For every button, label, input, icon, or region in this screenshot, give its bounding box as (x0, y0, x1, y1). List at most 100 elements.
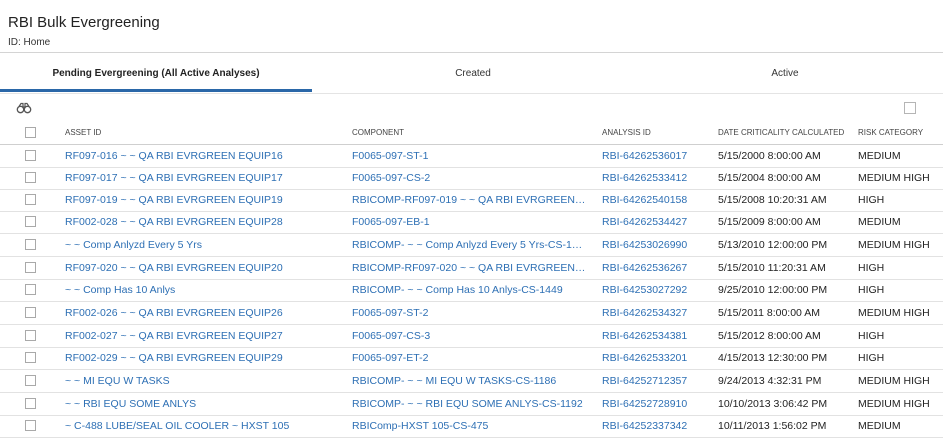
row-checkbox[interactable] (25, 398, 36, 409)
analysis-id-link[interactable]: RBI-64252728910 (602, 393, 712, 415)
analysis-id-link[interactable]: RBI-64252337342 (602, 415, 712, 437)
analysis-id-link[interactable]: RBI-64262533201 (602, 347, 712, 369)
row-checkbox[interactable] (25, 375, 36, 386)
row-checkbox[interactable] (25, 172, 36, 183)
column-header-component[interactable]: COMPONENT (352, 122, 404, 144)
row-checkbox[interactable] (25, 262, 36, 273)
component-link[interactable]: RBICOMP- ~ ~ Comp Has 10 Anlys-CS-1449 (352, 279, 586, 301)
table-row[interactable]: RF002-028 ~ ~ QA RBI EVRGREEN EQUIP28 F0… (0, 211, 943, 234)
component-link[interactable]: F0065-097-ST-1 (352, 145, 586, 167)
asset-id-link[interactable]: ~ C-488 LUBE/SEAL OIL COOLER ~ HXST 105 (65, 415, 345, 437)
page-header: RBI Bulk Evergreening ID: Home (0, 0, 943, 52)
table-row[interactable]: ~ C-488 LUBE/SEAL OIL COOLER ~ HXST 105 … (0, 415, 943, 438)
risk-category-cell: MEDIUM HIGH (858, 307, 930, 319)
table-row[interactable]: RF002-027 ~ ~ QA RBI EVRGREEN EQUIP27 F0… (0, 325, 943, 348)
binoculars-icon[interactable] (16, 102, 32, 114)
analysis-id-link[interactable]: RBI-64262536267 (602, 257, 712, 279)
component-link[interactable]: RBICOMP-RF097-019 ~ ~ QA RBI EVRGREEN E.… (352, 189, 586, 211)
date-criticality-cell: 10/11/2013 1:56:02 PM (718, 420, 827, 432)
tab-pending-evergreening[interactable]: Pending Evergreening (All Active Analyse… (0, 53, 312, 94)
table-row[interactable]: RF097-017 ~ ~ QA RBI EVRGREEN EQUIP17 F0… (0, 167, 943, 190)
row-checkbox[interactable] (25, 194, 36, 205)
component-link[interactable]: RBIComp-HXST 105-CS-475 (352, 415, 586, 437)
date-criticality-cell: 5/13/2010 12:00:00 PM (718, 239, 828, 251)
analysis-id-link[interactable]: RBI-64252712357 (602, 370, 712, 392)
tab-created[interactable]: Created (312, 53, 634, 94)
table-row[interactable]: RF002-029 ~ ~ QA RBI EVRGREEN EQUIP29 F0… (0, 347, 943, 370)
asset-id-link[interactable]: RF097-017 ~ ~ QA RBI EVRGREEN EQUIP17 (65, 167, 345, 189)
component-link[interactable]: RBICOMP-RF097-020 ~ ~ QA RBI EVRGREEN E.… (352, 257, 586, 279)
asset-id-link[interactable]: RF002-029 ~ ~ QA RBI EVRGREEN EQUIP29 (65, 347, 345, 369)
analysis-id-link[interactable]: RBI-64262533412 (602, 167, 712, 189)
row-checkbox[interactable] (25, 239, 36, 250)
column-header-date-criticality[interactable]: DATE CRITICALITY CALCULATED (718, 122, 844, 144)
date-criticality-cell: 5/15/2004 8:00:00 AM (718, 172, 821, 184)
risk-category-cell: MEDIUM (858, 150, 901, 162)
component-link[interactable]: F0065-097-ST-2 (352, 302, 586, 324)
table-row[interactable]: ~ ~ MI EQU W TASKS RBICOMP- ~ ~ MI EQU W… (0, 370, 943, 393)
column-header-risk-category[interactable]: RISK CATEGORY (858, 122, 923, 144)
table-row[interactable]: ~ ~ Comp Anlyzd Every 5 Yrs RBICOMP- ~ ~… (0, 234, 943, 257)
tab-bar: Pending Evergreening (All Active Analyse… (0, 53, 943, 94)
tabs-divider (0, 93, 943, 94)
asset-id-link[interactable]: RF097-016 ~ ~ QA RBI EVRGREEN EQUIP16 (65, 145, 345, 167)
asset-id-link[interactable]: ~ ~ Comp Anlyzd Every 5 Yrs (65, 234, 345, 256)
component-link[interactable]: F0065-097-CS-2 (352, 167, 586, 189)
component-link[interactable]: F0065-097-CS-3 (352, 325, 586, 347)
asset-id-link[interactable]: ~ ~ RBI EQU SOME ANLYS (65, 393, 345, 415)
analysis-id-link[interactable]: RBI-64262536017 (602, 145, 712, 167)
analysis-id-link[interactable]: RBI-64262540158 (602, 189, 712, 211)
row-checkbox[interactable] (25, 420, 36, 431)
asset-id-link[interactable]: RF002-028 ~ ~ QA RBI EVRGREEN EQUIP28 (65, 211, 345, 233)
row-checkbox[interactable] (25, 307, 36, 318)
component-link[interactable]: RBICOMP- ~ ~ Comp Anlyzd Every 5 Yrs-CS-… (352, 234, 586, 256)
analysis-id-link[interactable]: RBI-64262534327 (602, 302, 712, 324)
select-all-checkbox[interactable] (25, 127, 36, 138)
row-checkbox[interactable] (25, 284, 36, 295)
table-row[interactable]: ~ ~ RBI EQU SOME ANLYS RBICOMP- ~ ~ RBI … (0, 393, 943, 416)
asset-id-link[interactable]: RF002-026 ~ ~ QA RBI EVRGREEN EQUIP26 (65, 302, 345, 324)
asset-id-link[interactable]: RF097-019 ~ ~ QA RBI EVRGREEN EQUIP19 (65, 189, 345, 211)
date-criticality-cell: 5/15/2010 11:20:31 AM (718, 262, 826, 274)
date-criticality-cell: 9/25/2010 12:00:00 PM (718, 284, 828, 296)
tab-active[interactable]: Active (634, 53, 936, 94)
active-tab-indicator (0, 89, 312, 92)
table-row[interactable]: RF002-026 ~ ~ QA RBI EVRGREEN EQUIP26 F0… (0, 302, 943, 325)
date-criticality-cell: 5/15/2012 8:00:00 AM (718, 330, 821, 342)
column-header-analysis-id[interactable]: ANALYSIS ID (602, 122, 651, 144)
analysis-id-link[interactable]: RBI-64262534381 (602, 325, 712, 347)
risk-category-cell: HIGH (858, 194, 885, 206)
table-row[interactable]: RF097-019 ~ ~ QA RBI EVRGREEN EQUIP19 RB… (0, 189, 943, 212)
date-criticality-cell: 5/15/2008 10:20:31 AM (718, 194, 827, 206)
page-title: RBI Bulk Evergreening (8, 14, 160, 31)
risk-category-cell: HIGH (858, 352, 885, 364)
analysis-id-link[interactable]: RBI-64262534427 (602, 211, 712, 233)
grid-header-row: ASSET ID COMPONENT ANALYSIS ID DATE CRIT… (0, 122, 943, 145)
asset-id-link[interactable]: RF002-027 ~ ~ QA RBI EVRGREEN EQUIP27 (65, 325, 345, 347)
asset-id-link[interactable]: ~ ~ MI EQU W TASKS (65, 370, 345, 392)
row-checkbox[interactable] (25, 216, 36, 227)
risk-category-cell: HIGH (858, 262, 885, 274)
component-link[interactable]: RBICOMP- ~ ~ RBI EQU SOME ANLYS-CS-1192 (352, 393, 586, 415)
analysis-id-link[interactable]: RBI-64253026990 (602, 234, 712, 256)
risk-category-cell: HIGH (858, 330, 885, 342)
date-criticality-cell: 5/15/2009 8:00:00 AM (718, 216, 821, 228)
asset-id-link[interactable]: ~ ~ Comp Has 10 Anlys (65, 279, 345, 301)
component-link[interactable]: RBICOMP- ~ ~ MI EQU W TASKS-CS-1186 (352, 370, 586, 392)
row-checkbox[interactable] (25, 330, 36, 341)
date-criticality-cell: 4/15/2013 12:30:00 PM (718, 352, 828, 364)
date-criticality-cell: 5/15/2011 8:00:00 AM (718, 307, 820, 319)
asset-id-link[interactable]: RF097-020 ~ ~ QA RBI EVRGREEN EQUIP20 (65, 257, 345, 279)
table-row[interactable]: ~ ~ Comp Has 10 Anlys RBICOMP- ~ ~ Comp … (0, 279, 943, 302)
analysis-id-link[interactable]: RBI-64253027292 (602, 279, 712, 301)
row-checkbox[interactable] (25, 150, 36, 161)
column-header-asset-id[interactable]: ASSET ID (65, 122, 101, 144)
table-row[interactable]: RF097-020 ~ ~ QA RBI EVRGREEN EQUIP20 RB… (0, 257, 943, 280)
page-subtitle: ID: Home (8, 37, 51, 48)
select-all-toolbar-checkbox[interactable] (904, 102, 916, 114)
risk-category-cell: MEDIUM HIGH (858, 375, 930, 387)
component-link[interactable]: F0065-097-ET-2 (352, 347, 586, 369)
row-checkbox[interactable] (25, 352, 36, 363)
component-link[interactable]: F0065-097-EB-1 (352, 211, 586, 233)
table-row[interactable]: RF097-016 ~ ~ QA RBI EVRGREEN EQUIP16 F0… (0, 145, 943, 168)
